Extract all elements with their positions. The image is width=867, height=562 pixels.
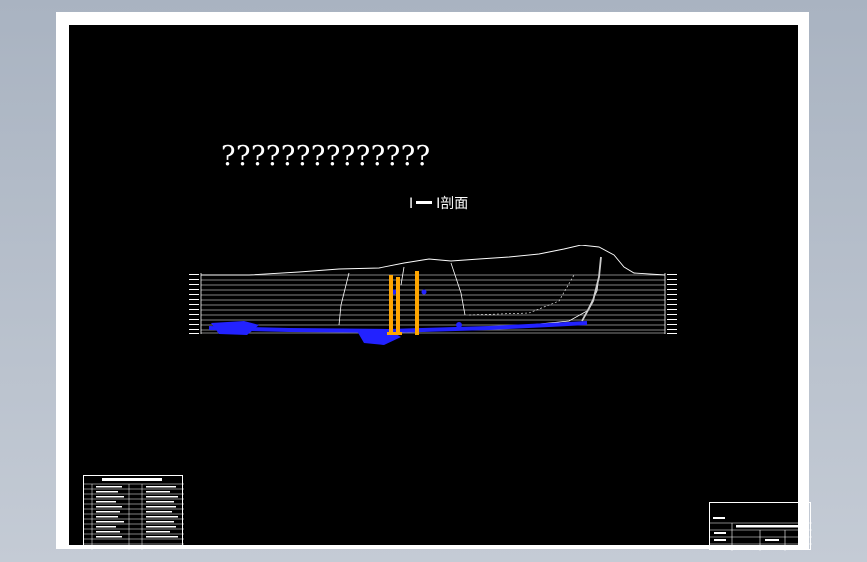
scale-tick <box>667 329 677 330</box>
legend-grid <box>84 478 184 550</box>
left-elevation-scale <box>189 274 199 334</box>
drawing-sheet: ?????????????? I I剖面 <box>56 12 812 551</box>
scale-tick <box>667 309 677 310</box>
aquifer-point <box>421 289 427 295</box>
scale-tick <box>667 289 677 290</box>
scale-tick <box>667 294 677 295</box>
scale-tick <box>189 274 199 275</box>
borehole <box>389 275 393 335</box>
section-dash-icon <box>416 201 433 204</box>
scale-tick <box>189 319 199 320</box>
section-label: I I剖面 <box>409 193 468 213</box>
borehole <box>415 271 419 335</box>
legend-table <box>83 475 184 550</box>
scale-tick <box>189 294 199 295</box>
title-block <box>709 502 812 551</box>
elevation-lines <box>201 274 665 334</box>
scale-tick <box>667 324 677 325</box>
section-label-text: 剖面 <box>440 196 469 212</box>
scale-tick <box>189 289 199 290</box>
title-block-grid <box>710 517 812 551</box>
channel-boundary <box>400 266 405 286</box>
borehole-base <box>387 332 402 335</box>
scale-tick <box>189 304 199 305</box>
scale-tick <box>667 284 677 285</box>
borehole <box>396 277 400 335</box>
channel-boundary <box>581 256 602 322</box>
scale-tick <box>189 324 199 325</box>
scale-tick <box>189 284 199 285</box>
boreholes <box>387 271 419 335</box>
scale-tick <box>189 314 199 315</box>
section-label-roman: I <box>409 196 414 212</box>
scale-tick <box>189 299 199 300</box>
aquifer-point <box>456 322 462 328</box>
scale-tick <box>667 279 677 280</box>
right-elevation-scale <box>667 274 677 334</box>
scale-tick <box>189 309 199 310</box>
scale-tick <box>667 304 677 305</box>
drawing-area: ?????????????? I I剖面 <box>68 24 812 551</box>
scale-tick <box>667 299 677 300</box>
geological-profile <box>189 245 677 345</box>
channel-boundary <box>338 272 350 326</box>
scale-tick <box>189 279 199 280</box>
scale-tick <box>667 274 677 275</box>
scale-tick <box>667 333 677 334</box>
terrain-surface <box>201 245 666 276</box>
scale-tick <box>189 329 199 330</box>
channel-boundary <box>388 258 602 334</box>
scale-tick <box>667 314 677 315</box>
channel-boundary <box>450 262 466 316</box>
scale-tick <box>189 333 199 334</box>
drawing-title: ?????????????? <box>221 141 431 172</box>
scale-tick <box>667 319 677 320</box>
